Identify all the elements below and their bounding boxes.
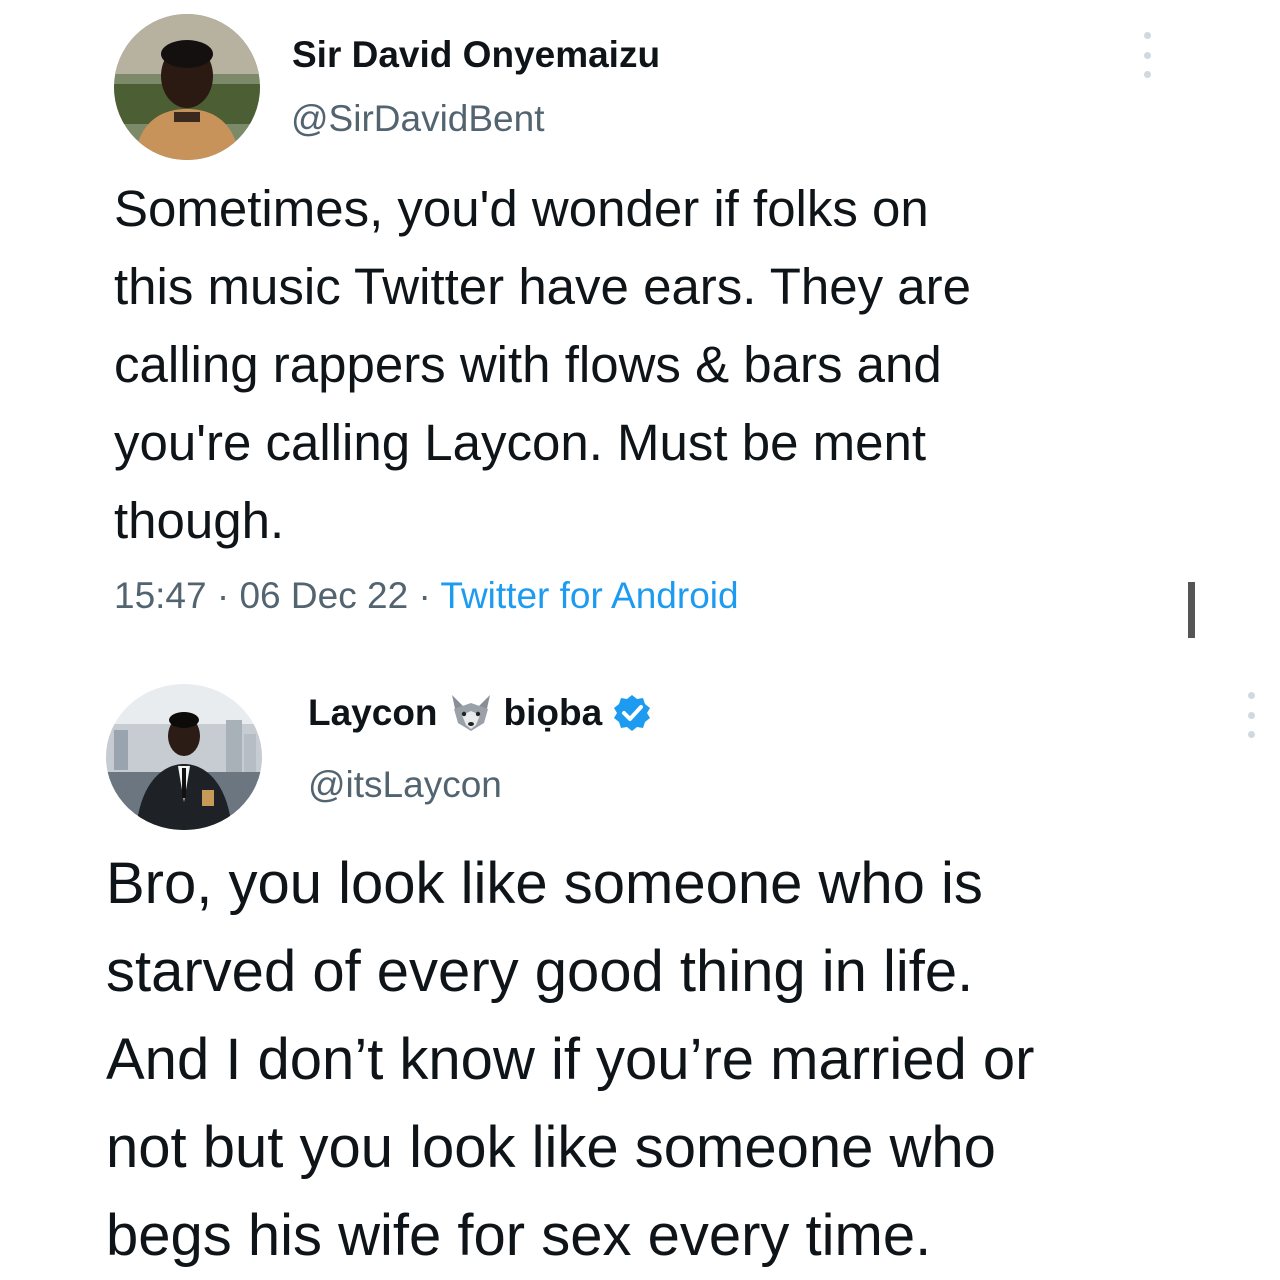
avatar[interactable] <box>114 14 260 160</box>
display-name[interactable]: Laycon biọba <box>308 692 652 734</box>
profile-photo <box>106 684 262 830</box>
more-options-icon[interactable] <box>1244 692 1258 738</box>
tweet-laycon: Laycon biọba @itsLaycon Bro, you look li… <box>0 660 1280 1280</box>
user-handle[interactable]: @itsLaycon <box>308 764 502 806</box>
separator: · <box>216 575 230 616</box>
user-handle[interactable]: @SirDavidBent <box>291 98 545 140</box>
display-name[interactable]: Sir David Onyemaizu <box>292 34 660 76</box>
display-name-text-2: biọba <box>503 692 603 733</box>
display-name-text: Sir David Onyemaizu <box>292 34 661 75</box>
wolf-face-icon <box>448 693 494 733</box>
display-name-text: Laycon <box>308 692 438 733</box>
tweet-text: Bro, you look like someone who is starve… <box>106 851 1035 1268</box>
tweet-text: Sometimes, you'd wonder if folks on this… <box>114 180 971 549</box>
profile-photo <box>114 14 260 160</box>
more-options-icon[interactable] <box>1140 32 1154 78</box>
separator: · <box>418 575 431 616</box>
verified-badge-icon[interactable] <box>612 693 652 733</box>
tweet-meta: 15:47 · 06 Dec 22 · Twitter for Android <box>114 575 739 617</box>
tweet-time[interactable]: 15:47 <box>114 575 207 616</box>
tweet-date[interactable]: 06 Dec 22 <box>239 575 408 616</box>
avatar[interactable] <box>106 684 262 830</box>
tweet-source[interactable]: Twitter for Android <box>440 575 738 616</box>
tweet-sir-david: Sir David Onyemaizu @SirDavidBent Someti… <box>0 0 1280 650</box>
text-cursor <box>1188 582 1195 638</box>
